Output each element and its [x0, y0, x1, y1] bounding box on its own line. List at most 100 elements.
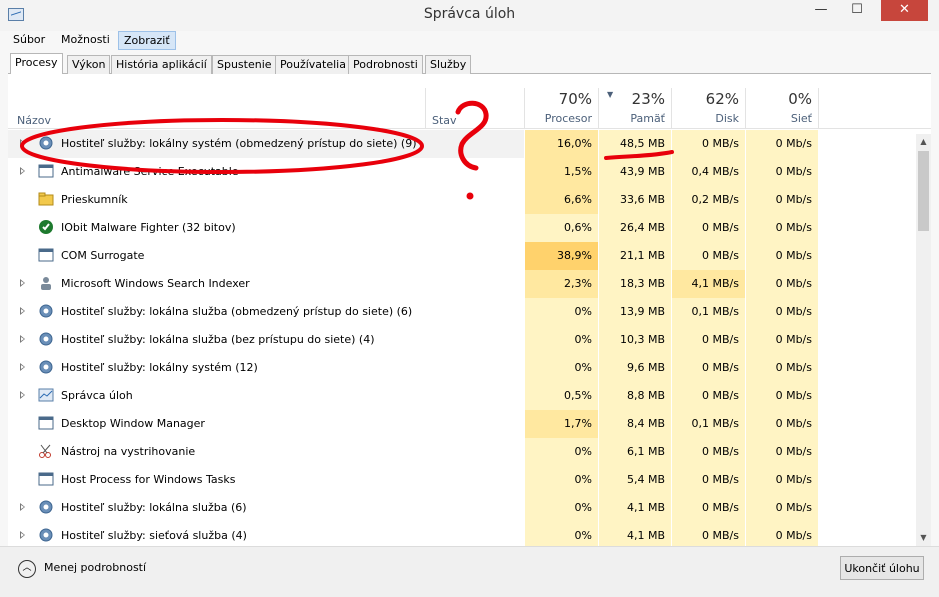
menu-options[interactable]: Možnosti [56, 31, 115, 50]
process-row[interactable]: COM Surrogate 38,9% 21,1 MB 0 MB/s 0 Mb/s [8, 242, 916, 270]
folder-icon [38, 191, 54, 207]
process-name-cell[interactable]: Hostiteľ služby: lokálny systém (obmedze… [8, 130, 524, 158]
process-name-cell[interactable]: Hostiteľ služby: lokálna služba (6) [8, 494, 524, 522]
scroll-up-icon[interactable]: ▲ [916, 134, 931, 149]
network-value: 0 Mb/s [746, 186, 818, 214]
memory-value: 48,5 MB [599, 130, 671, 158]
expand-arrow-icon[interactable] [20, 391, 25, 399]
close-button[interactable]: ✕ [881, 0, 928, 21]
process-name-cell[interactable]: Nástroj na vystrihovanie [8, 438, 524, 466]
expand-arrow-icon[interactable] [20, 531, 25, 539]
network-value: 0 Mb/s [746, 242, 818, 270]
disk-value: 0,1 MB/s [672, 410, 745, 438]
expand-arrow-icon[interactable] [20, 167, 25, 175]
memory-value: 4,1 MB [599, 522, 671, 546]
process-list-panel: Názov Stav 70% Procesor ▼ 23% Pamäť 62% … [8, 74, 931, 546]
disk-value: 0 MB/s [672, 130, 745, 158]
minimize-button[interactable]: — [806, 0, 836, 21]
chevron-up-icon[interactable]: ︿ [18, 560, 36, 578]
header-status[interactable]: Stav [432, 114, 457, 127]
process-row[interactable]: Hostiteľ služby: sieťová služba (4) 0% 4,1… [8, 522, 916, 546]
memory-value: 43,9 MB [599, 158, 671, 186]
process-name: Hostiteľ služby: lokálny systém (12) [61, 361, 258, 374]
process-name: Desktop Window Manager [61, 417, 205, 430]
tab-processes[interactable]: Procesy [10, 53, 63, 75]
tab-app-history[interactable]: História aplikácií [111, 55, 212, 74]
network-value: 0 Mb/s [746, 522, 818, 546]
end-task-button[interactable]: Ukončiť úlohu [840, 556, 924, 580]
header-memory[interactable]: 23% Pamäť [599, 90, 671, 128]
scroll-thumb[interactable] [918, 151, 929, 231]
expand-arrow-icon[interactable] [20, 139, 25, 147]
process-name: Hostiteľ služby: lokálna služba (bez prí… [61, 333, 375, 346]
process-name-cell[interactable]: Prieskumník [8, 186, 524, 214]
menu-view[interactable]: Zobraziť [118, 31, 176, 50]
menu-file[interactable]: Súbor [8, 31, 50, 50]
window-icon [38, 415, 54, 431]
process-name-cell[interactable]: COM Surrogate [8, 242, 524, 270]
process-row[interactable]: Nástroj na vystrihovanie 0% 6,1 MB 0 MB/s 0 … [8, 438, 916, 466]
column-divider[interactable] [818, 88, 819, 128]
process-row[interactable]: Hostiteľ služby: lokálna služba (6) 0% 4,1… [8, 494, 916, 522]
fewer-details-link[interactable]: Menej podrobností [44, 561, 146, 574]
process-name: Hostiteľ služby: sieťová služba (4) [61, 529, 247, 542]
expand-arrow-icon[interactable] [20, 363, 25, 371]
cpu-value: 0,5% [525, 382, 598, 410]
memory-value: 5,4 MB [599, 466, 671, 494]
column-headers: Názov Stav 70% Procesor ▼ 23% Pamäť 62% … [8, 74, 931, 129]
memory-value: 8,8 MB [599, 382, 671, 410]
process-row[interactable]: Desktop Window Manager 1,7% 8,4 MB 0,1 MB/s… [8, 410, 916, 438]
process-name-cell[interactable]: Hostiteľ služby: sieťová služba (4) [8, 522, 524, 546]
process-name-cell[interactable]: Hostiteľ služby: lokálna služba (bez prí… [8, 326, 524, 354]
network-value: 0 Mb/s [746, 214, 818, 242]
header-name[interactable]: Názov [17, 114, 51, 127]
process-name-cell[interactable]: Host Process for Windows Tasks [8, 466, 524, 494]
process-name-cell[interactable]: Microsoft Windows Search Indexer [8, 270, 524, 298]
memory-value: 10,3 MB [599, 326, 671, 354]
disk-value: 0 MB/s [672, 438, 745, 466]
process-row[interactable]: Správca úloh 0,5% 8,8 MB 0 MB/s 0 Mb/s [8, 382, 916, 410]
expand-arrow-icon[interactable] [20, 279, 25, 287]
cpu-value: 0% [525, 438, 598, 466]
tab-services[interactable]: Služby [425, 55, 472, 74]
process-name-cell[interactable]: Správca úloh [8, 382, 524, 410]
process-row[interactable]: Prieskumník 6,6% 33,6 MB 0,2 MB/s 0 Mb/s [8, 186, 916, 214]
process-name: Antimalware Service Executable [61, 165, 239, 178]
disk-value: 0 MB/s [672, 354, 745, 382]
process-name-cell[interactable]: IObit Malware Fighter (32 bitov) [8, 214, 524, 242]
maximize-button[interactable]: ☐ [842, 0, 872, 21]
expand-arrow-icon[interactable] [20, 335, 25, 343]
process-row[interactable]: Hostiteľ služby: lokálny systém (12) 0% 9,… [8, 354, 916, 382]
process-name: Prieskumník [61, 193, 128, 206]
process-row[interactable]: Microsoft Windows Search Indexer 2,3% 18,3… [8, 270, 916, 298]
disk-value: 0 MB/s [672, 214, 745, 242]
tab-details[interactable]: Podrobnosti [348, 55, 423, 74]
header-disk[interactable]: 62% Disk [672, 90, 745, 128]
tab-users[interactable]: Používatelia [275, 55, 351, 74]
memory-label: Pamäť [630, 112, 665, 125]
scroll-down-icon[interactable]: ▼ [916, 530, 931, 545]
process-row[interactable]: Hostiteľ služby: lokálny systém (obmedze… [8, 130, 916, 158]
process-name-cell[interactable]: Hostiteľ služby: lokálny systém (12) [8, 354, 524, 382]
cpu-value: 0% [525, 354, 598, 382]
process-name-cell[interactable]: Desktop Window Manager [8, 410, 524, 438]
expand-arrow-icon[interactable] [20, 307, 25, 315]
process-name-cell[interactable]: Antimalware Service Executable [8, 158, 524, 186]
expand-arrow-icon[interactable] [20, 503, 25, 511]
process-row[interactable]: Hostiteľ služby: lokálna služba (obmedze… [8, 298, 916, 326]
process-row[interactable]: Host Process for Windows Tasks 0% 5,4 MB 0 … [8, 466, 916, 494]
column-divider[interactable] [425, 88, 426, 128]
tab-performance[interactable]: Výkon [67, 55, 111, 74]
memory-value: 18,3 MB [599, 270, 671, 298]
process-row[interactable]: IObit Malware Fighter (32 bitov) 0,6% 26,4… [8, 214, 916, 242]
process-name-cell[interactable]: Hostiteľ služby: lokálna služba (obmedze… [8, 298, 524, 326]
tab-startup[interactable]: Spustenie [212, 55, 277, 74]
header-network[interactable]: 0% Sieť [746, 90, 818, 128]
network-value: 0 Mb/s [746, 438, 818, 466]
process-row[interactable]: Hostiteľ služby: lokálna služba (bez prí… [8, 326, 916, 354]
process-row[interactable]: Antimalware Service Executable 1,5% 43,9 M… [8, 158, 916, 186]
network-value: 0 Mb/s [746, 270, 818, 298]
scissors-icon [38, 443, 54, 459]
vertical-scrollbar[interactable]: ▲ ▼ [916, 134, 931, 546]
header-cpu[interactable]: 70% Procesor [525, 90, 598, 128]
